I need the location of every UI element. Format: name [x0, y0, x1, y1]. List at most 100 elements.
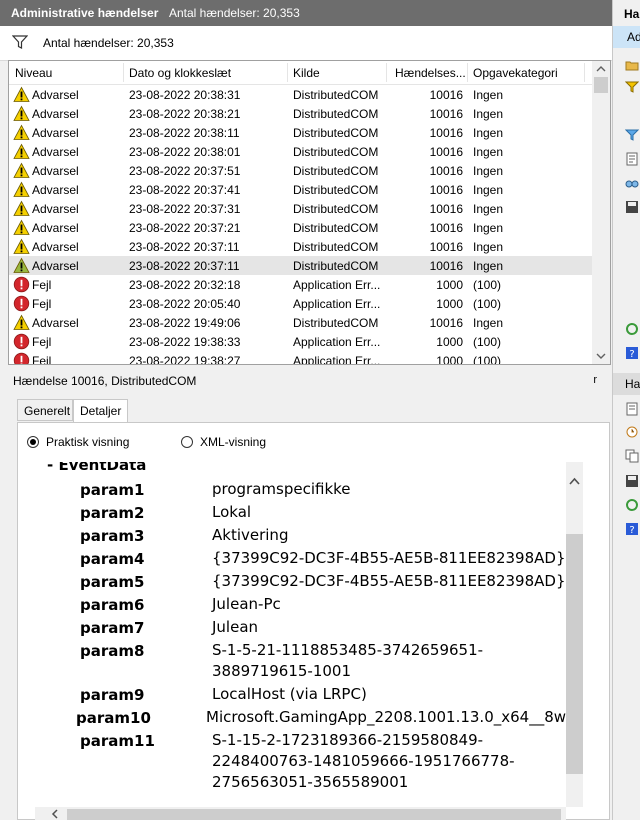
tab-details[interactable]: Detaljer [73, 399, 128, 423]
event-id: 10016 [429, 240, 463, 254]
table-row[interactable]: Fejl 23-08-2022 20:32:18 Application Err..… [9, 275, 593, 294]
event-data-view[interactable]: - EventData param1 programspecifikke param… [35, 462, 566, 807]
event-data-param-value[interactable]: S-1-5-21-1118853485-3742659651- 38897196… [212, 640, 483, 682]
event-date: 23-08-2022 20:37:11 [129, 240, 240, 254]
event-data-param-value[interactable]: Microsoft.GamingApp_2208.1001.13.0_x64__… [206, 707, 566, 728]
column-header-date[interactable]: Dato og klokkeslæt [129, 66, 231, 80]
event-list[interactable]: Niveau Dato og klokkeslæt Kilde Hændelse… [8, 60, 611, 365]
event-data-param-name: param1 [80, 481, 145, 499]
event-date: 23-08-2022 20:32:18 [129, 278, 241, 292]
find-icon[interactable] [625, 176, 639, 190]
event-data-param-value[interactable]: {37399C92-DC3F-4B55-AE5B-811EE82398AD} [212, 571, 566, 592]
filter-icon[interactable] [625, 128, 639, 142]
column-header-level[interactable]: Niveau [15, 66, 52, 80]
help-icon[interactable]: ? [625, 522, 639, 536]
error-icon [13, 352, 30, 364]
refresh-icon[interactable] [625, 498, 639, 512]
copy-icon[interactable] [625, 449, 639, 463]
friendly-view-radio[interactable] [27, 436, 39, 448]
event-data-param-value[interactable]: S-1-15-2-1723189366-2159580849- 22484007… [212, 730, 515, 793]
event-data-param-value[interactable]: Aktivering [212, 525, 288, 546]
table-row[interactable]: Advarsel 23-08-2022 20:38:11 DistributedCO… [9, 123, 593, 142]
event-id: 10016 [429, 164, 463, 178]
event-data-param-value[interactable]: LocalHost (via LRPC) [212, 684, 367, 705]
table-row[interactable]: Advarsel 23-08-2022 20:37:31 DistributedCO… [9, 199, 593, 218]
table-row[interactable]: Fejl 23-08-2022 19:38:33 Application Err..… [9, 332, 593, 351]
event-date: 23-08-2022 20:37:51 [129, 164, 241, 178]
event-level: Advarsel [32, 240, 79, 254]
event-source: DistributedCOM [293, 183, 379, 197]
table-row[interactable]: Advarsel 23-08-2022 20:38:01 DistributedCO… [9, 142, 593, 161]
table-row[interactable]: Fejl 23-08-2022 19:38:27 Application Err..… [9, 351, 593, 365]
event-level: Advarsel [32, 88, 79, 102]
event-level: Advarsel [32, 316, 79, 330]
event-list-scrollbar[interactable] [592, 61, 610, 364]
event-category: (100) [473, 354, 502, 365]
event-level: Advarsel [32, 259, 79, 273]
save-icon[interactable] [625, 200, 639, 214]
attach-task-icon[interactable] [625, 425, 639, 439]
column-header-task-category[interactable]: Opgavekategori [473, 66, 558, 80]
event-data-param-value[interactable]: {37399C92-DC3F-4B55-AE5B-811EE82398AD} [212, 548, 566, 569]
event-detail-header-right: r [593, 374, 597, 386]
event-date: 23-08-2022 19:49:06 [129, 316, 241, 330]
column-header-event-id[interactable]: Hændelses... [395, 66, 466, 80]
properties-icon[interactable] [625, 152, 639, 166]
event-list-header: Niveau Dato og klokkeslæt Kilde Hændelse… [9, 61, 593, 85]
event-category: Ingen [473, 126, 504, 140]
event-data-section-toggle[interactable]: - EventData [47, 462, 146, 474]
event-level: Advarsel [32, 126, 79, 140]
table-row[interactable]: Advarsel 23-08-2022 20:37:11 DistributedCO… [9, 256, 593, 275]
event-level: Fejl [32, 278, 52, 292]
table-row[interactable]: Fejl 23-08-2022 20:05:40 Application Err..… [9, 294, 593, 313]
event-data-horizontal-scroll-thumb[interactable] [67, 809, 561, 820]
refresh-icon[interactable] [625, 322, 639, 336]
svg-text:?: ? [629, 525, 634, 536]
table-row[interactable]: Advarsel 23-08-2022 20:37:51 DistributedCO… [9, 161, 593, 180]
actions-pane-section-admin[interactable]: Ad [613, 26, 640, 48]
filter-icon[interactable] [12, 34, 28, 50]
event-data-vertical-scrollbar[interactable] [566, 462, 583, 807]
event-level: Advarsel [32, 183, 79, 197]
event-data-param-value[interactable]: programspecifikke [212, 479, 351, 500]
tab-general[interactable]: Generelt [17, 399, 73, 421]
event-data-param-name: param6 [80, 596, 145, 614]
scroll-left-icon[interactable] [51, 809, 59, 819]
event-date: 23-08-2022 20:38:11 [129, 126, 240, 140]
column-header-source[interactable]: Kilde [293, 66, 320, 80]
event-category: Ingen [473, 107, 504, 121]
filter-create-icon[interactable] [625, 80, 639, 94]
table-row[interactable]: Advarsel 23-08-2022 20:37:41 DistributedCO… [9, 180, 593, 199]
event-data-param-value[interactable]: Julean [212, 617, 258, 638]
event-data-horizontal-scrollbar[interactable] [35, 807, 566, 820]
warning-icon [13, 200, 30, 216]
event-data-param-name: param10 [76, 709, 151, 727]
event-list-scroll-thumb[interactable] [594, 77, 608, 93]
event-source: Application Err... [293, 354, 381, 365]
table-row[interactable]: Advarsel 23-08-2022 20:37:21 DistributedCO… [9, 218, 593, 237]
filter-count-text: Antal hændelser: 20,353 [43, 36, 174, 50]
scroll-up-icon[interactable] [568, 476, 581, 486]
event-source: DistributedCOM [293, 88, 379, 102]
table-row[interactable]: Advarsel 23-08-2022 19:49:06 DistributedCO… [9, 313, 593, 332]
scroll-up-icon[interactable] [596, 65, 606, 73]
save-selected-icon[interactable] [625, 474, 639, 488]
xml-view-label[interactable]: XML-visning [200, 435, 266, 449]
open-folder-icon[interactable] [625, 58, 639, 72]
event-data-param-value[interactable]: Lokal [212, 502, 251, 523]
event-id: 10016 [429, 183, 463, 197]
actions-pane-header[interactable]: Ha [613, 4, 640, 24]
event-properties-icon[interactable] [625, 402, 639, 416]
event-data-vertical-scroll-thumb[interactable] [566, 534, 583, 774]
friendly-view-label[interactable]: Praktisk visning [46, 435, 129, 449]
event-id: 1000 [436, 354, 463, 365]
error-icon [13, 276, 30, 293]
scroll-down-icon[interactable] [596, 352, 606, 360]
actions-pane-section-event[interactable]: Ha [613, 373, 640, 395]
event-data-param-value[interactable]: Julean-Pc [212, 594, 281, 615]
table-row[interactable]: Advarsel 23-08-2022 20:38:31 DistributedCO… [9, 85, 593, 104]
table-row[interactable]: Advarsel 23-08-2022 20:38:21 DistributedCO… [9, 104, 593, 123]
xml-view-radio[interactable] [181, 436, 193, 448]
help-icon[interactable]: ? [625, 346, 639, 360]
table-row[interactable]: Advarsel 23-08-2022 20:37:11 DistributedCO… [9, 237, 593, 256]
